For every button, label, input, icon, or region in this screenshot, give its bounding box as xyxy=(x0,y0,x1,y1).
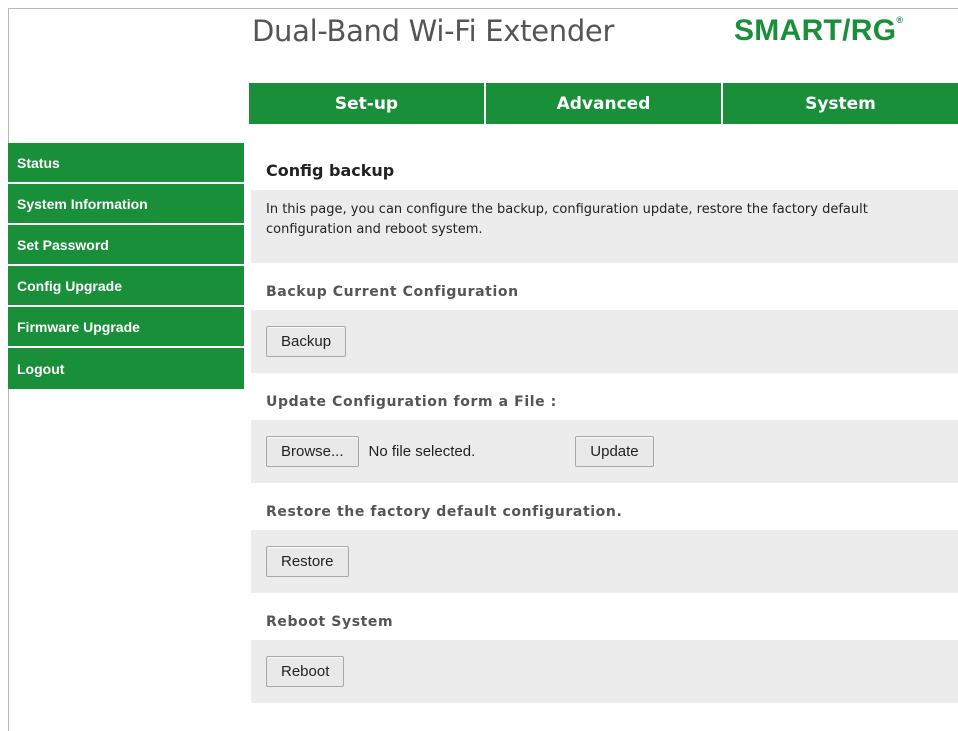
product-title: Dual-Band Wi-Fi Extender xyxy=(252,14,615,48)
backup-button[interactable]: Backup xyxy=(266,326,347,357)
reboot-row: Reboot xyxy=(251,640,958,703)
restore-heading: Restore the factory default configuratio… xyxy=(266,504,623,520)
backup-heading: Backup Current Configuration xyxy=(266,284,519,300)
restore-row: Restore xyxy=(251,530,958,593)
top-navigation: Set-up Advanced System xyxy=(249,83,958,124)
sidebar-item-system-information[interactable]: System Information xyxy=(8,184,244,225)
sidebar-item-status[interactable]: Status xyxy=(8,143,244,184)
main-content: Config backup In this page, you can conf… xyxy=(251,143,958,703)
sidebar-item-set-password[interactable]: Set Password xyxy=(8,225,244,266)
file-status: No file selected. xyxy=(368,443,476,460)
brand-logo: SMART/RG® xyxy=(734,14,903,48)
sidebar: Status System Information Set Password C… xyxy=(8,143,244,389)
update-button[interactable]: Update xyxy=(575,436,654,467)
sidebar-item-config-upgrade[interactable]: Config Upgrade xyxy=(8,266,244,307)
registered-mark: ® xyxy=(896,15,904,25)
logo-text: SMART/RG xyxy=(734,14,897,47)
tab-advanced[interactable]: Advanced xyxy=(486,83,723,124)
sidebar-item-firmware-upgrade[interactable]: Firmware Upgrade xyxy=(8,307,244,348)
restore-button[interactable]: Restore xyxy=(266,546,349,577)
page-title: Config backup xyxy=(266,161,395,180)
backup-row: Backup xyxy=(251,310,958,373)
reboot-heading: Reboot System xyxy=(266,614,394,630)
update-row: Browse... No file selected. Update xyxy=(251,420,958,483)
page-description: In this page, you can configure the back… xyxy=(251,190,958,263)
update-heading: Update Configuration form a File : xyxy=(266,394,557,410)
tab-setup[interactable]: Set-up xyxy=(249,83,486,124)
reboot-button[interactable]: Reboot xyxy=(266,656,345,687)
sidebar-item-logout[interactable]: Logout xyxy=(8,348,244,389)
browse-button[interactable]: Browse... xyxy=(266,436,359,467)
tab-system[interactable]: System xyxy=(723,83,958,124)
